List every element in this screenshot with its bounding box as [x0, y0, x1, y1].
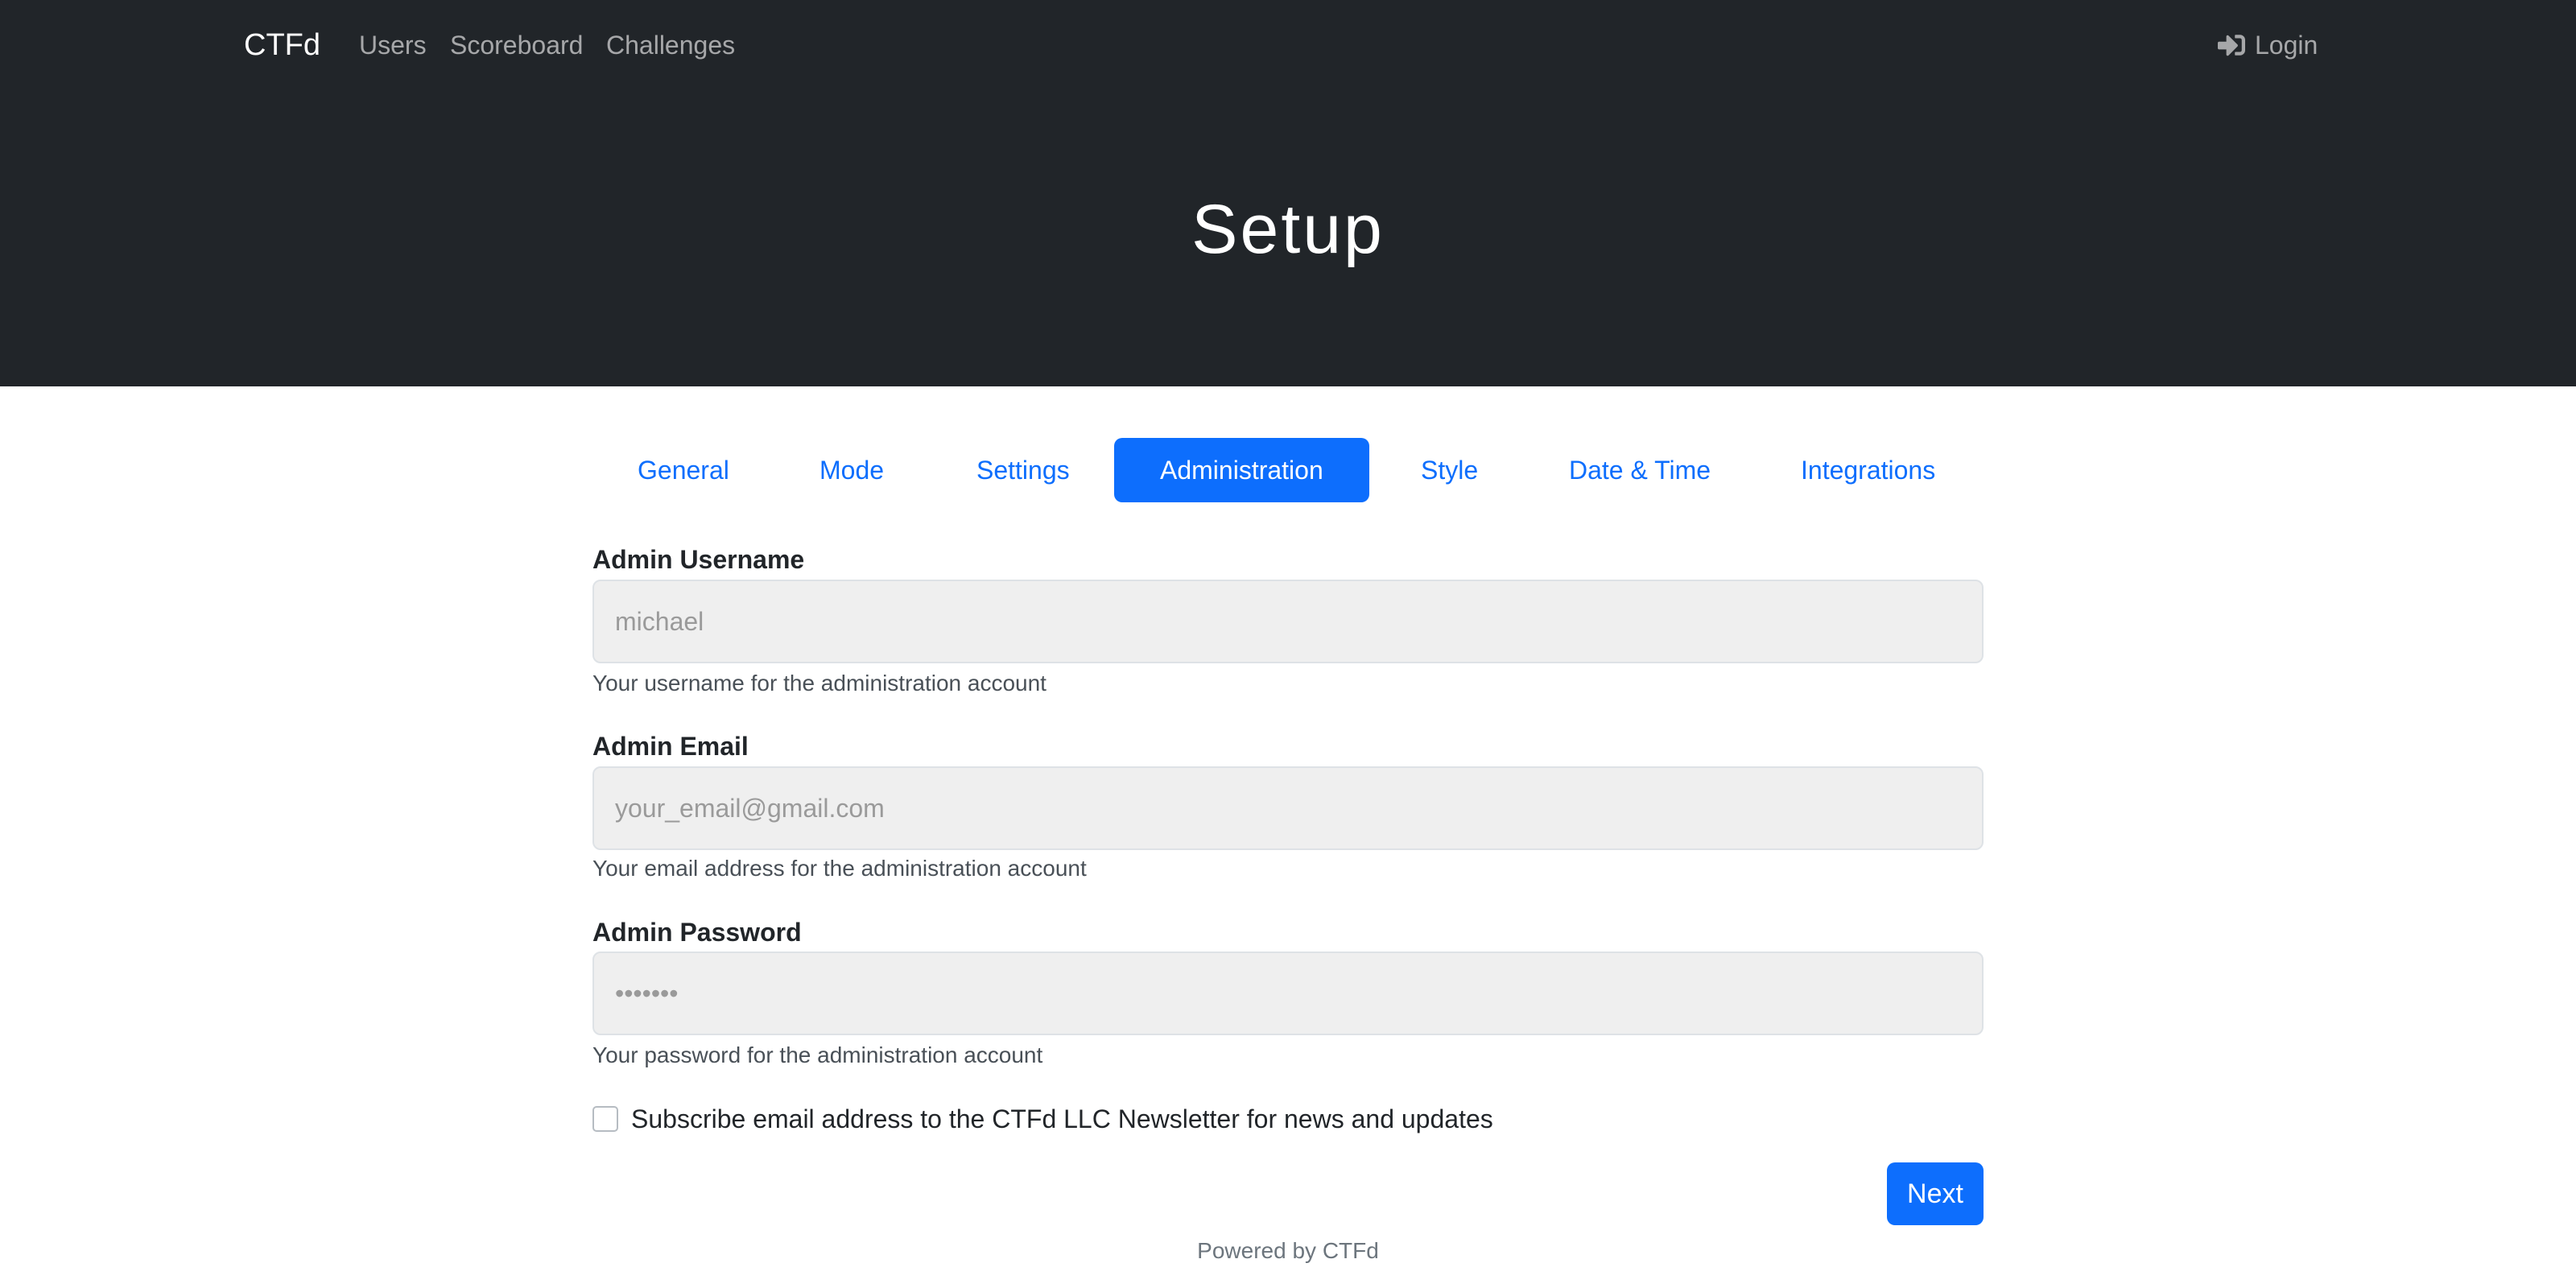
newsletter-option: Subscribe email address to the CTFd LLC … — [592, 1100, 1493, 1138]
login-label: Login — [2255, 30, 2318, 60]
tab-general[interactable]: General — [592, 438, 775, 502]
admin-email-input[interactable] — [592, 766, 1984, 850]
page-header: CTFd Users Scoreboard Challenges Login S… — [0, 0, 2576, 386]
sign-in-icon — [2218, 35, 2245, 56]
login-link[interactable]: Login — [2218, 27, 2318, 64]
setup-tabs: General Mode Settings Administration Sty… — [0, 438, 2576, 502]
next-button[interactable]: Next — [1887, 1162, 1984, 1225]
newsletter-checkbox[interactable] — [592, 1106, 618, 1132]
admin-email-label: Admin Email — [592, 732, 749, 761]
admin-password-label: Admin Password — [592, 918, 802, 947]
navbar: CTFd Users Scoreboard Challenges Login — [0, 0, 2576, 90]
nav-link-users[interactable]: Users — [359, 27, 427, 64]
tab-date-time[interactable]: Date & Time — [1523, 438, 1757, 502]
tab-administration[interactable]: Administration — [1114, 438, 1369, 502]
newsletter-label[interactable]: Subscribe email address to the CTFd LLC … — [631, 1104, 1493, 1134]
admin-password-input[interactable] — [592, 952, 1984, 1035]
admin-email-help: Your email address for the administratio… — [592, 856, 1087, 881]
admin-username-label: Admin Username — [592, 545, 805, 574]
nav-link-scoreboard[interactable]: Scoreboard — [450, 27, 583, 64]
tab-integrations[interactable]: Integrations — [1755, 438, 1981, 502]
admin-password-help: Your password for the administration acc… — [592, 1042, 1043, 1067]
brand-logo[interactable]: CTFd — [244, 24, 320, 66]
page-title: Setup — [1191, 191, 1385, 268]
tab-mode[interactable]: Mode — [774, 438, 930, 502]
nav-link-challenges[interactable]: Challenges — [606, 27, 735, 64]
footer-powered-by: Powered by CTFd — [1197, 1238, 1379, 1263]
tab-style[interactable]: Style — [1375, 438, 1524, 502]
admin-username-help: Your username for the administration acc… — [592, 671, 1046, 696]
admin-username-input[interactable] — [592, 580, 1984, 663]
tab-settings[interactable]: Settings — [931, 438, 1116, 502]
